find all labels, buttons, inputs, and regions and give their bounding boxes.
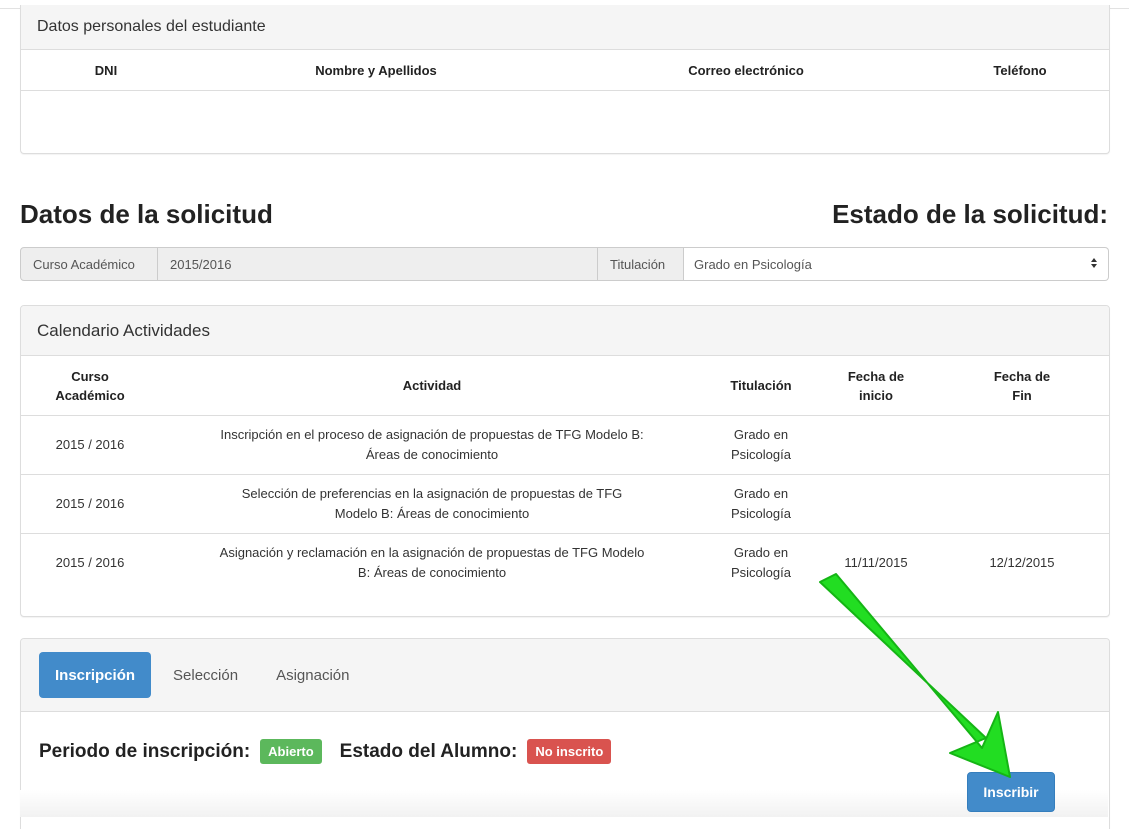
calendar-title: Calendario Actividades xyxy=(21,306,1109,356)
curso-label: Curso Académico xyxy=(20,247,158,281)
tab-bar: Inscripción Selección Asignación xyxy=(21,639,1109,712)
row-actividad: Selección de preferencias en la asignaci… xyxy=(159,474,705,534)
alumno-status-badge: No inscrito xyxy=(527,739,612,764)
bottom-fade xyxy=(20,790,1108,817)
alumno-label: Estado del Alumno: xyxy=(339,740,518,762)
row-fin xyxy=(935,474,1109,534)
solicitud-input-group: Curso Académico 2015/2016 Titulación Gra… xyxy=(20,247,1109,281)
column-nombre: Nombre y Apellidos xyxy=(315,62,437,78)
column-dni: DNI xyxy=(94,62,118,78)
row-fin xyxy=(935,415,1109,475)
row-actividad: Asignación y reclamación en la asignació… xyxy=(219,545,645,580)
row-titulacion: Grado en Psicología xyxy=(731,545,791,580)
updown-caret-icon xyxy=(1090,257,1098,272)
row-curso: 2015 / 2016 xyxy=(21,415,159,475)
personal-data-title: Datos personales del estudiante xyxy=(21,5,1109,50)
titulacion-select[interactable]: Grado en Psicología xyxy=(684,247,1109,281)
tab-inscripcion[interactable]: Inscripción xyxy=(39,652,152,698)
periodo-label: Periodo de inscripción: xyxy=(39,740,251,762)
curso-field: 2015/2016 xyxy=(158,247,598,281)
calendar-panel: Calendario Actividades Curso Académico Ac… xyxy=(20,305,1110,617)
periodo-status-badge: Abierto xyxy=(260,739,322,764)
titulacion-selected-value: Grado en Psicología xyxy=(694,256,812,272)
titulacion-label: Titulación xyxy=(598,247,684,281)
calendar-col-curso: Curso Académico xyxy=(21,356,159,416)
table-row: 2015 / 2016 Asignación y reclamación en … xyxy=(21,534,1109,593)
row-inicio xyxy=(817,474,935,534)
calendar-header-row: Curso Académico Actividad Titulación Fech… xyxy=(21,356,1109,416)
tab-asignacion[interactable]: Asignación xyxy=(260,652,365,698)
row-titulacion: Grado en Psicología xyxy=(705,474,817,534)
row-titulacion: Grado en Psicología xyxy=(705,415,817,475)
personal-data-header-row: DNI Nombre y Apellidos Correo electrónic… xyxy=(21,50,1109,91)
table-row: 2015 / 2016 Inscripción en el proceso de… xyxy=(21,415,1109,475)
inscribir-button[interactable]: Inscribir xyxy=(967,772,1055,812)
estado-solicitud-heading: Estado de la solicitud: xyxy=(832,199,1108,229)
calendar-col-titulacion: Titulación xyxy=(705,356,817,416)
calendar-col-fin: Fecha de Fin xyxy=(935,356,1109,416)
row-fin: 12/12/2015 xyxy=(989,555,1055,570)
row-curso: 2015 / 2016 xyxy=(21,474,159,534)
row-inicio xyxy=(817,415,935,475)
tab-seleccion[interactable]: Selección xyxy=(157,652,254,698)
calendar-col-inicio: Fecha de inicio xyxy=(817,356,935,416)
solicitud-heading: Datos de la solicitud xyxy=(20,199,273,229)
personal-data-panel: Datos personales del estudiante DNI Nomb… xyxy=(20,5,1110,154)
table-row: 2015 / 2016 Selección de preferencias en… xyxy=(21,474,1109,534)
column-correo: Correo electrónico xyxy=(688,62,804,78)
status-row: Periodo de inscripción: Abierto Estado d… xyxy=(39,739,612,764)
row-actividad: Inscripción en el proceso de asignación … xyxy=(159,415,705,475)
calendar-table: Curso Académico Actividad Titulación Fech… xyxy=(21,356,1109,592)
calendar-col-actividad: Actividad xyxy=(159,356,705,416)
row-curso: 2015 / 2016 xyxy=(55,555,125,570)
column-telefono: Teléfono xyxy=(993,62,1047,78)
row-inicio: 11/11/2015 xyxy=(844,555,908,570)
